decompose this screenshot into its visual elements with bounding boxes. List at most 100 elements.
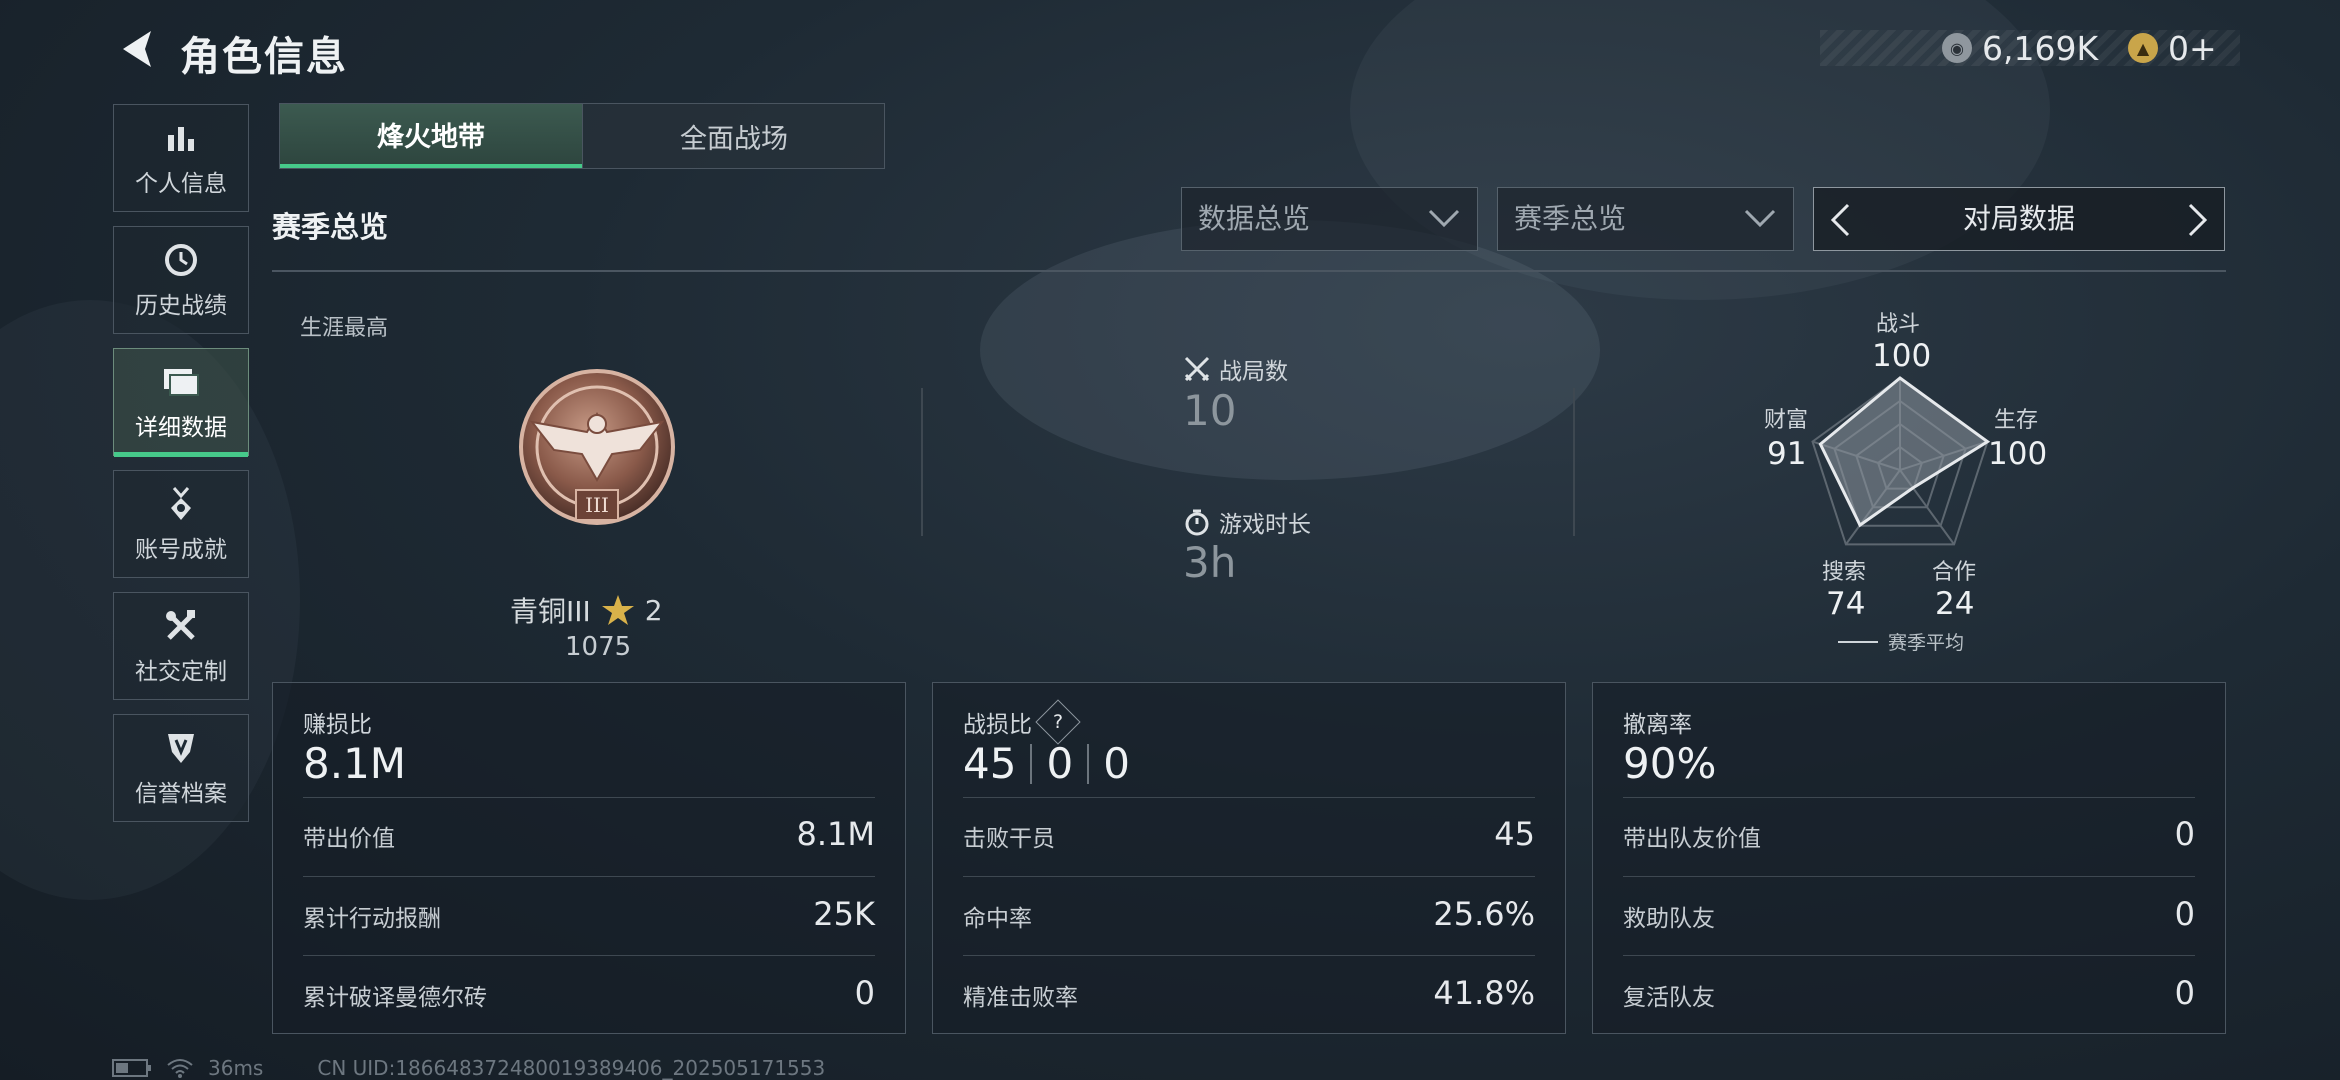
- vertical-divider: [1573, 388, 1575, 536]
- back-button[interactable]: [112, 26, 158, 72]
- stat-row: 击败干员 45: [963, 805, 1535, 865]
- stat-row: 救助队友 0: [1623, 885, 2195, 945]
- row-divider: [963, 797, 1535, 798]
- row-divider: [963, 876, 1535, 877]
- legend-line: [1838, 640, 1878, 643]
- sidebar-item-achievements[interactable]: 账号成就: [113, 470, 249, 578]
- dropdown-value: 数据总览: [1198, 202, 1311, 235]
- chevron-right-icon[interactable]: [2186, 202, 2210, 238]
- legend-label: 赛季平均: [1888, 632, 1965, 654]
- card-title: 撤离率: [1623, 705, 1692, 739]
- stat-row-label: 带出价值: [303, 826, 395, 852]
- sidebar-item-label: 信誉档案: [135, 781, 227, 807]
- silver-currency[interactable]: ◉ 6,169K: [1942, 28, 2099, 68]
- stat-row: 累计破译曼德尔砖 0: [303, 964, 875, 1024]
- radar-value-wealth: 91: [1767, 436, 1807, 472]
- radar-value-search: 74: [1826, 586, 1866, 622]
- stat-row-value: 25K: [813, 895, 875, 933]
- sidebar-item-detailed-data[interactable]: 详细数据: [113, 348, 249, 457]
- help-icon-glyph: ?: [1052, 711, 1064, 733]
- back-arrow-icon: [123, 31, 151, 67]
- star-icon: [601, 595, 634, 625]
- ping-value: 36ms: [208, 1056, 264, 1080]
- sidebar-item-label: 账号成就: [135, 537, 227, 563]
- sidebar-item-label: 历史战绩: [135, 293, 227, 319]
- sidebar-item-reputation[interactable]: 信誉档案: [113, 714, 249, 822]
- status-footer: 36ms CN UID:18664837248001938​9406_20250…: [112, 1056, 825, 1080]
- stat-row-label: 累计行动报酬: [303, 906, 441, 932]
- tab-full-battlefield[interactable]: 全面战场: [582, 104, 885, 168]
- stat-row-value: 0: [2174, 815, 2195, 853]
- dropdown-value: 赛季总览: [1514, 202, 1627, 235]
- stat-row: 带出队友价值 0: [1623, 805, 2195, 865]
- radar-value-combat: 100: [1872, 338, 1932, 374]
- section-divider: [272, 270, 2226, 272]
- chevron-down-icon: [1744, 209, 1776, 228]
- row-divider: [1623, 955, 2195, 956]
- rank-badge-icon: III: [519, 369, 675, 525]
- deaths-value: 0: [1046, 739, 1074, 788]
- row-divider: [1623, 876, 2195, 877]
- row-divider: [963, 955, 1535, 956]
- stat-row: 复活队友 0: [1623, 964, 2195, 1024]
- data-type-dropdown[interactable]: 数据总览: [1181, 187, 1478, 251]
- sidebar-item-social-custom[interactable]: 社交定制: [113, 592, 249, 700]
- rank-info: 青铜III 2: [510, 590, 663, 630]
- matches-label: 战局数: [1219, 359, 1288, 385]
- tools-icon: [161, 606, 201, 646]
- stat-row-value: 0: [2174, 974, 2195, 1012]
- stat-row-value: 0: [854, 974, 875, 1012]
- sidebar-item-label: 个人信息: [135, 171, 227, 197]
- pager-label: 对局数据: [1962, 202, 2075, 235]
- card-main-value: 45 0 0: [963, 739, 1130, 788]
- value-separator: [1087, 743, 1090, 784]
- gold-currency-value: 0+: [2168, 28, 2217, 68]
- medal-icon: [161, 484, 201, 524]
- row-divider: [1623, 797, 2195, 798]
- battery-icon: [112, 1059, 151, 1077]
- sidebar-item-history[interactable]: 历史战绩: [113, 226, 249, 334]
- kd-card: 战损比 ? 45 0 0 击败干员 45 命中率 25.6% 精准击败率 41.…: [932, 682, 1566, 1034]
- radar-label-wealth: 财富: [1764, 408, 1809, 433]
- career-best-label: 生涯最高: [300, 316, 389, 341]
- wifi-icon: [167, 1059, 193, 1078]
- radar-label-teamwork: 合作: [1932, 560, 1977, 585]
- gold-currency[interactable]: ▲ 0+: [2128, 28, 2217, 68]
- help-icon[interactable]: ?: [1035, 699, 1081, 745]
- stat-row-value: 8.1M: [796, 815, 876, 853]
- radar-shape: [1818, 376, 1991, 528]
- crossed-swords-icon: [1184, 356, 1210, 382]
- rank-stars: 2: [644, 593, 663, 627]
- mode-tabs: 烽火地带 全面战场: [279, 103, 885, 169]
- card-main-value: 8.1M: [303, 739, 407, 788]
- radar-label-search: 搜索: [1822, 560, 1867, 585]
- rank-badge-numeral: III: [585, 493, 609, 517]
- season-dropdown[interactable]: 赛季总览: [1497, 187, 1794, 251]
- stat-row: 命中率 25.6%: [963, 885, 1535, 945]
- radar-label-survival: 生存: [1994, 408, 2039, 433]
- playtime-stat: 游戏时长: [1183, 505, 1311, 539]
- stat-row-label: 累计破译曼德尔砖: [303, 985, 487, 1011]
- sidebar-item-personal-info[interactable]: 个人信息: [113, 104, 249, 212]
- extraction-card: 撤离率 90% 带出队友价值 0 救助队友 0 复活队友 0: [1592, 682, 2226, 1034]
- row-divider: [303, 797, 875, 798]
- folder-icon: [161, 362, 201, 402]
- active-indicator: [114, 452, 248, 457]
- matches-stat: 战局数: [1183, 352, 1288, 386]
- stat-row-value: 45: [1494, 815, 1535, 853]
- row-divider: [303, 876, 875, 877]
- stat-row-value: 41.8%: [1433, 974, 1535, 1012]
- match-data-pager: 对局数据: [1813, 187, 2225, 251]
- stat-row-label: 救助队友: [1623, 906, 1715, 932]
- section-title: 赛季总览: [272, 210, 389, 244]
- stat-row-label: 命中率: [963, 906, 1032, 932]
- silver-currency-value: 6,169K: [1982, 28, 2099, 68]
- uid-text: CN UID:18664837248001938​9406_2025051715…: [317, 1056, 826, 1080]
- stat-row: 累计行动报酬 25K: [303, 885, 875, 945]
- vertical-divider: [921, 388, 923, 536]
- tab-hazard-zone[interactable]: 烽火地带: [280, 104, 582, 168]
- stopwatch-icon: [1185, 509, 1209, 536]
- sidebar-item-label: 详细数据: [135, 415, 227, 441]
- playtime-value: 3h: [1183, 538, 1237, 587]
- stat-row-label: 复活队友: [1623, 985, 1715, 1011]
